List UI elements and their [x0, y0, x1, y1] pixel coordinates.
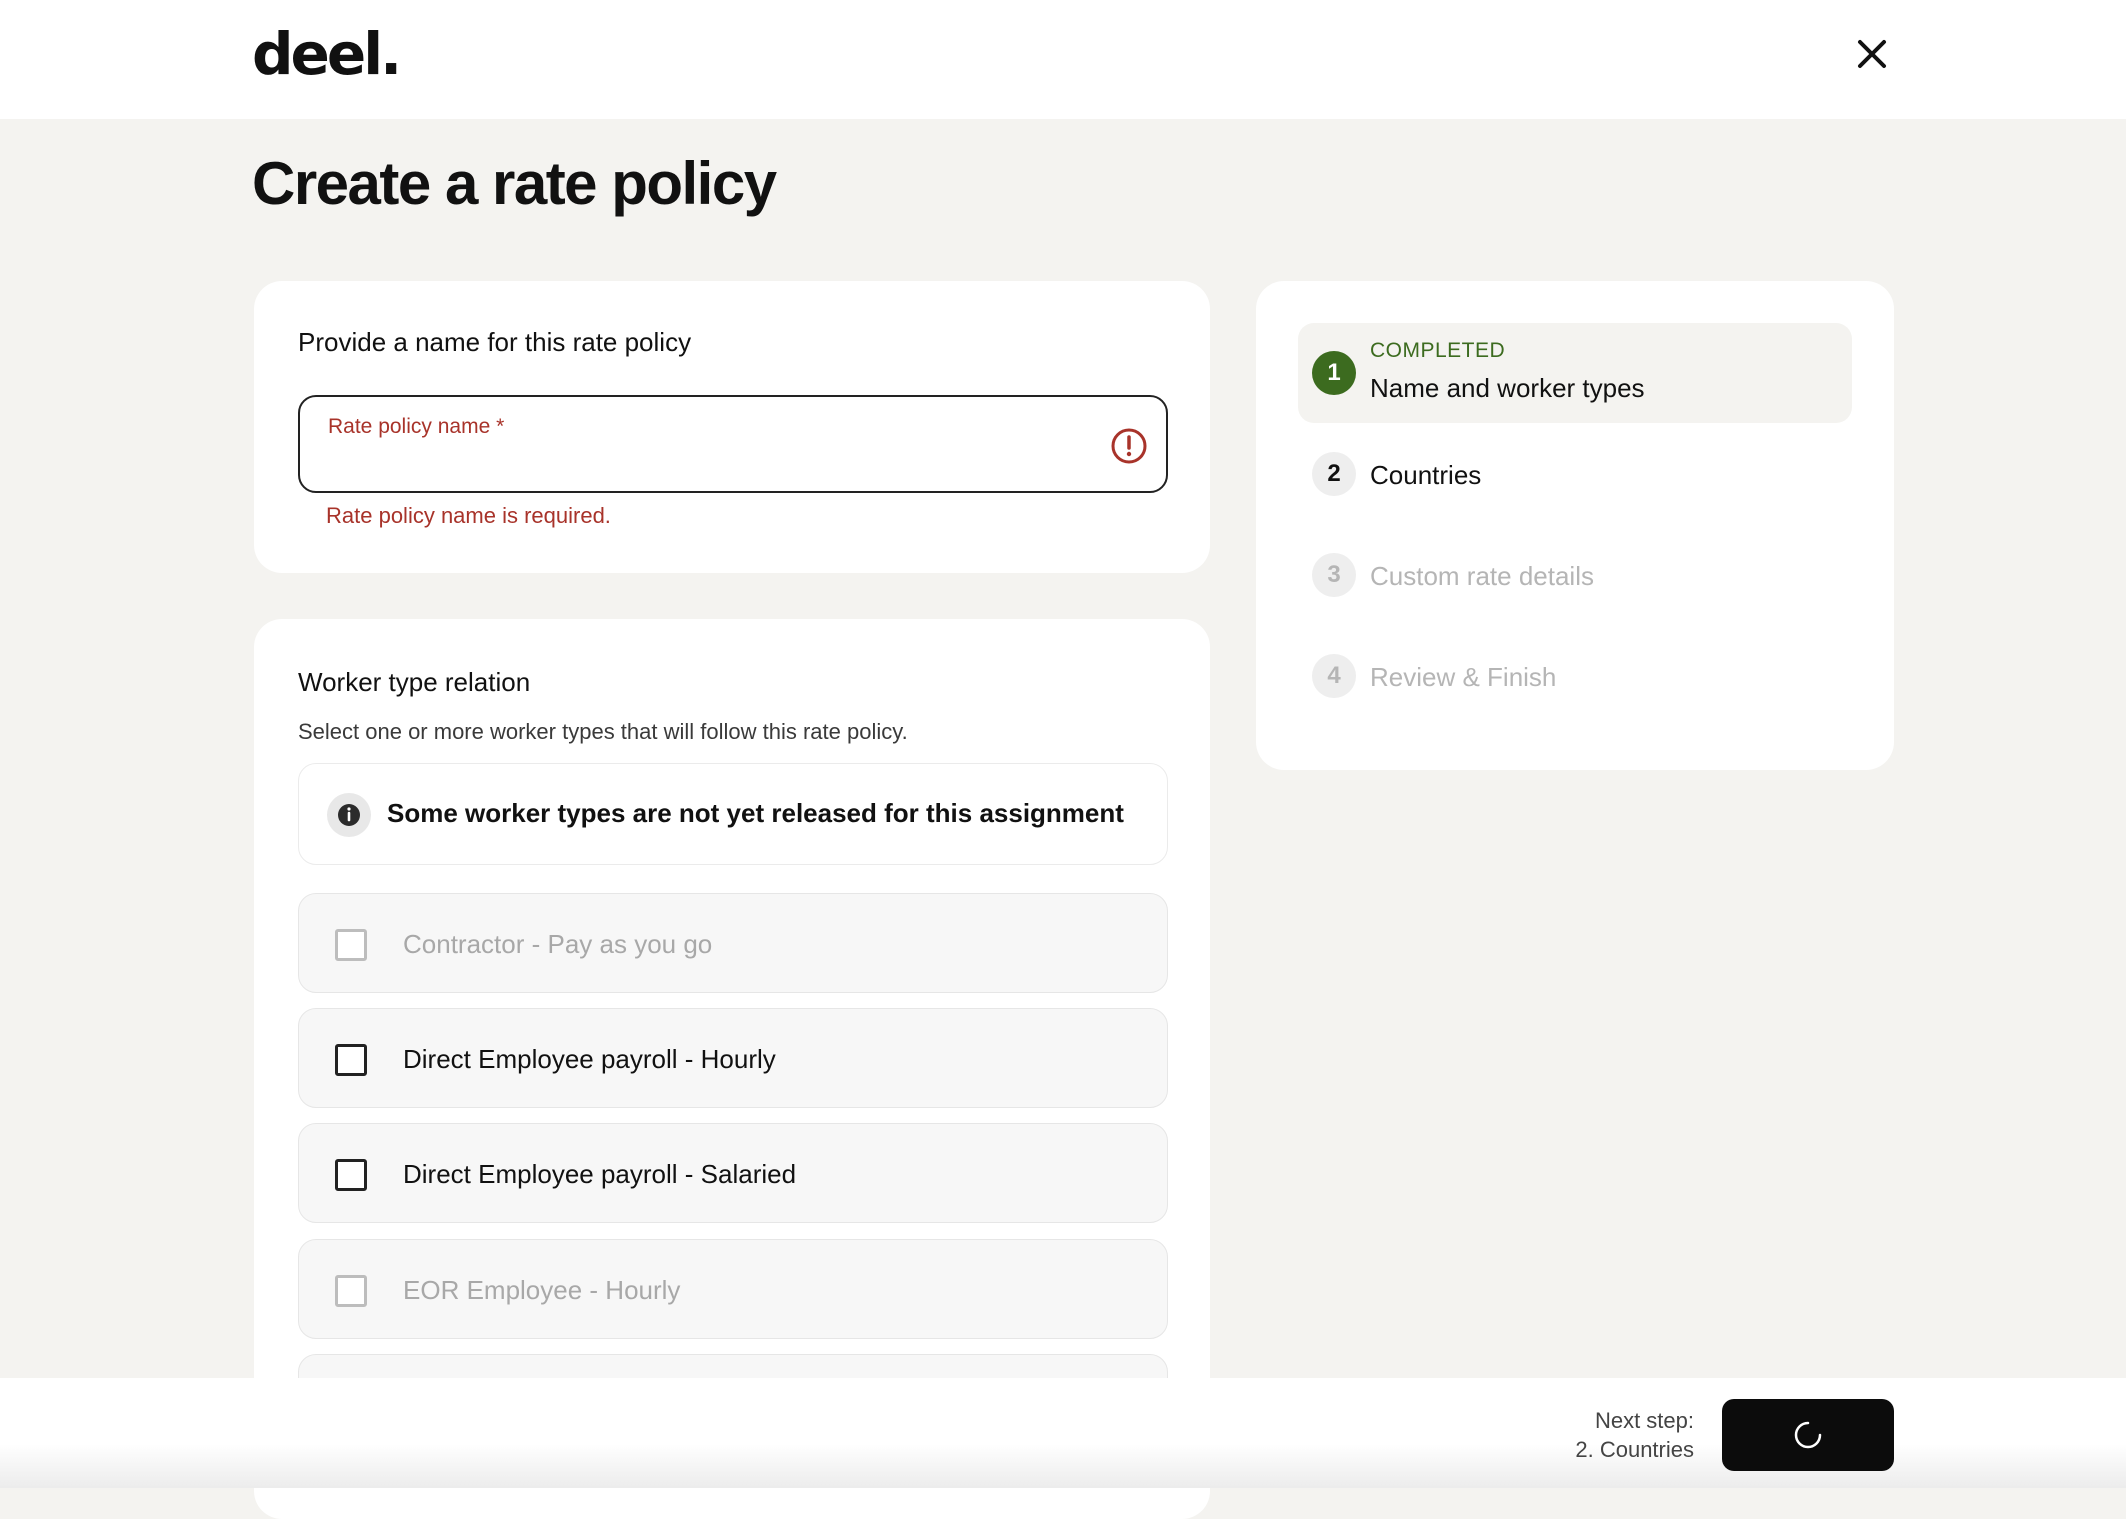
worker-type-option: EOR Employee - Hourly — [298, 1239, 1168, 1339]
next-button[interactable] — [1722, 1399, 1894, 1471]
rate-policy-name-input[interactable] — [326, 445, 1086, 479]
checkbox[interactable] — [335, 1159, 367, 1191]
info-banner: Some worker types are not yet released f… — [298, 763, 1168, 865]
worker-type-label: EOR Employee - Hourly — [403, 1275, 681, 1305]
step-label: Countries — [1370, 460, 1482, 490]
step-status: COMPLETED — [1370, 339, 1506, 362]
next-step-label: Next step: — [1594, 1408, 1694, 1433]
step-3: 3 Custom rate details — [1298, 525, 1852, 625]
error-icon — [1111, 428, 1147, 464]
worker-section-title: Worker type relation — [298, 667, 531, 697]
rate-policy-name-error: Rate policy name is required. — [326, 503, 611, 528]
info-message: Some worker types are not yet released f… — [387, 798, 1124, 828]
step-number: 4 — [1312, 654, 1356, 698]
step-label: Custom rate details — [1370, 561, 1594, 591]
info-icon — [327, 793, 371, 837]
step-label: Name and worker types — [1370, 373, 1645, 403]
stepper-card: 1 COMPLETED Name and worker types 2 Coun… — [1256, 281, 1894, 770]
worker-section-subtitle: Select one or more worker types that wil… — [298, 719, 908, 744]
worker-type-option: Contractor - Pay as you go — [298, 893, 1168, 993]
checkbox — [335, 929, 367, 961]
step-1[interactable]: 1 COMPLETED Name and worker types — [1298, 323, 1852, 423]
next-step-info: Next step: 2. Countries — [1575, 1406, 1694, 1464]
loading-spinner-icon — [1794, 1421, 1822, 1449]
close-icon[interactable] — [1852, 34, 1892, 74]
step-2[interactable]: 2 Countries — [1298, 424, 1852, 524]
deel-logo[interactable]: deel. — [252, 22, 402, 86]
rate-policy-name-card: Provide a name for this rate policy Rate… — [254, 281, 1210, 573]
checkbox[interactable] — [335, 1044, 367, 1076]
checkbox — [335, 1275, 367, 1307]
rate-policy-name-label: Rate policy name * — [328, 415, 505, 438]
step-number: 2 — [1312, 452, 1356, 496]
footer-bar: Next step: 2. Countries — [0, 1378, 2126, 1488]
close-button[interactable] — [1852, 34, 1892, 74]
top-bar: deel. — [0, 0, 2126, 119]
page-title: Create a rate policy — [252, 150, 777, 217]
worker-type-label: Contractor - Pay as you go — [403, 929, 713, 959]
worker-type-option[interactable]: Direct Employee payroll - Hourly — [298, 1008, 1168, 1108]
step-number: 3 — [1312, 553, 1356, 597]
step-label: Review & Finish — [1370, 662, 1557, 692]
next-step-value: 2. Countries — [1575, 1437, 1694, 1462]
name-section-title: Provide a name for this rate policy — [298, 327, 692, 357]
step-4: 4 Review & Finish — [1298, 626, 1852, 726]
step-number: 1 — [1312, 351, 1356, 395]
worker-type-label: Direct Employee payroll - Hourly — [403, 1044, 776, 1074]
rate-policy-name-field[interactable]: Rate policy name * — [298, 395, 1168, 493]
worker-type-option[interactable]: Direct Employee payroll - Salaried — [298, 1123, 1168, 1223]
worker-type-label: Direct Employee payroll - Salaried — [403, 1159, 797, 1189]
